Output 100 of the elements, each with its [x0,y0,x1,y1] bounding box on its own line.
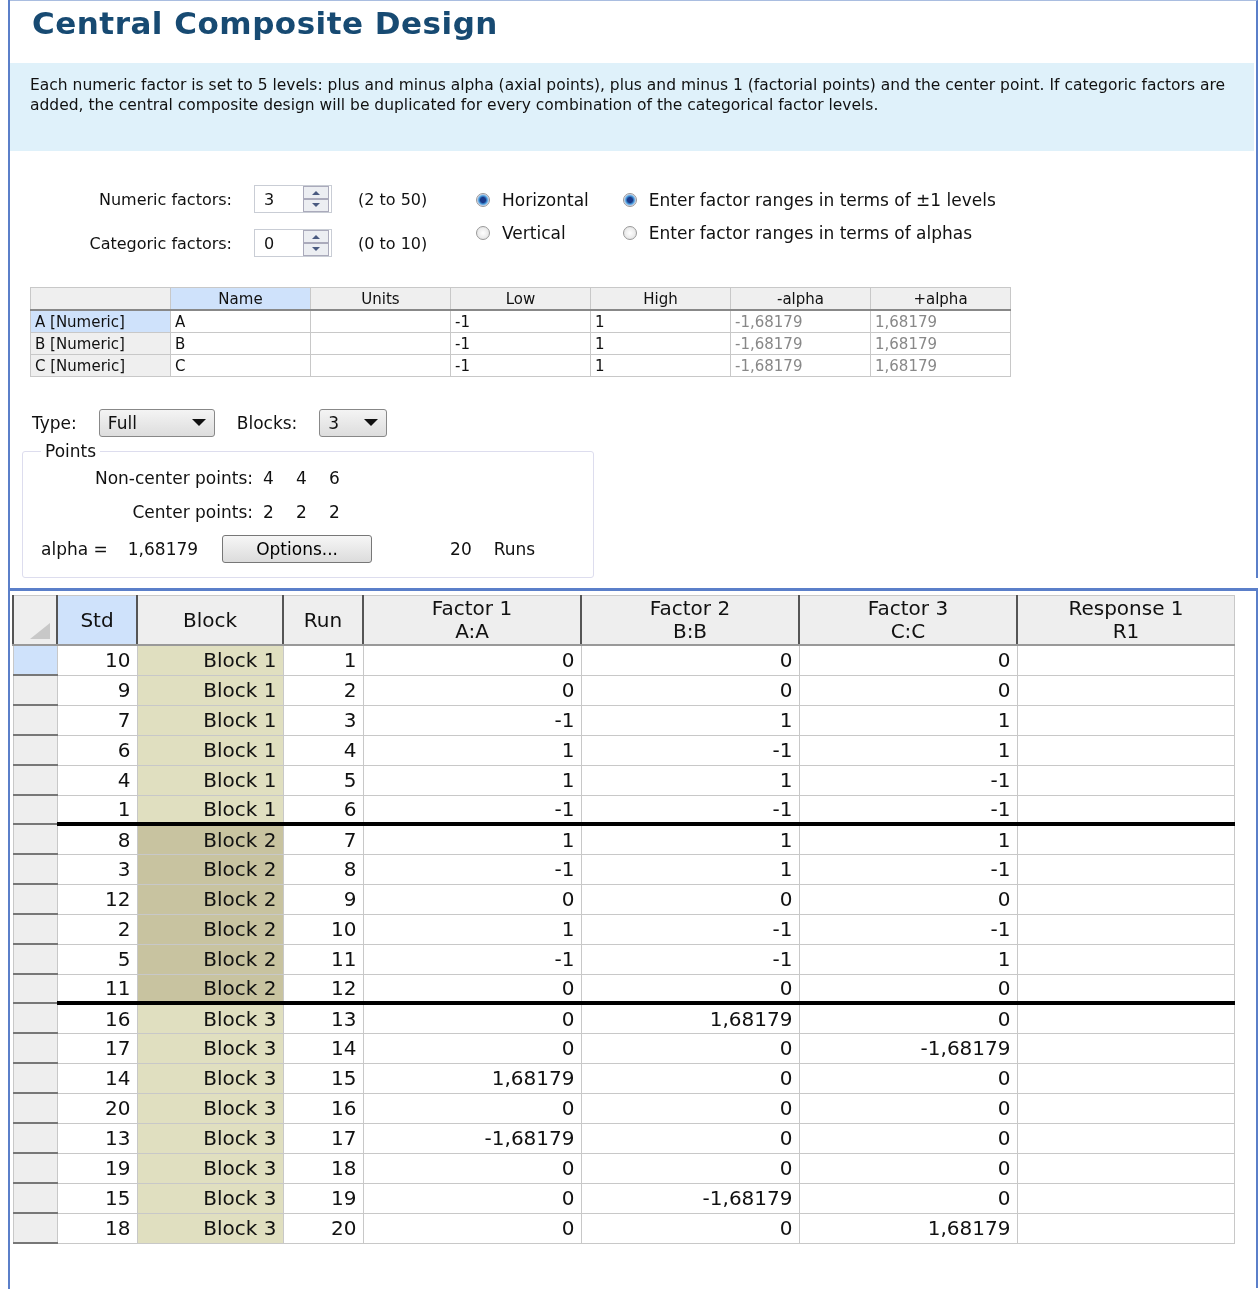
block-cell: Block 1 [137,645,283,675]
row-header[interactable] [13,974,57,1003]
table-cell: 1 [595,334,605,353]
block-cell: Block 1 [137,735,283,765]
column-header[interactable]: Factor 2 B:B [581,595,799,645]
block-cell: Block 1 [137,705,283,735]
row-header[interactable] [13,1093,57,1123]
table-cell: 11 [283,944,363,974]
table-cell: 1 [799,823,1017,854]
block-cell: Block 1 [137,765,283,795]
row-header[interactable] [13,1063,57,1093]
table-cell: 6 [57,735,137,765]
row-header[interactable] [13,1213,57,1243]
row-header[interactable] [13,675,57,705]
table-cell: 0 [363,675,581,705]
radio-option[interactable]: Enter factor ranges in terms of alphas [622,216,996,249]
column-header[interactable]: -alpha [730,287,871,310]
table-cell: 20 [57,1093,137,1123]
table-cell: 0 [799,675,1017,705]
column-header[interactable]: Response 1 R1 [1017,595,1235,645]
table-cell: 3 [283,705,363,735]
column-header[interactable]: Std [57,595,137,645]
row-header[interactable] [13,1033,57,1063]
table-cell: 1,68179 [875,334,938,353]
column-header[interactable]: Name [170,287,311,310]
radio-option[interactable]: Horizontal [476,183,589,216]
column-header[interactable]: Low [450,287,591,310]
row-header[interactable] [13,823,57,854]
column-header[interactable]: Factor 1 A:A [363,595,581,645]
type-dropdown[interactable]: Full [98,409,215,437]
table-cell: 9 [283,884,363,914]
row-header[interactable] [13,705,57,735]
column-header[interactable]: Block [137,595,283,645]
table-cell: 1 [799,944,1017,974]
page-title: Central Composite Design [31,4,499,43]
row-header[interactable] [13,854,57,884]
block-cell: Block 3 [137,1213,283,1243]
table-cell: 9 [57,675,137,705]
table-cell: 18 [57,1213,137,1243]
column-header[interactable]: High [590,287,731,310]
table-cell: 0 [581,974,799,1003]
number-spinner[interactable]: 3 [254,185,332,213]
table-cell: 0 [363,1093,581,1123]
table-cell: 2 [57,914,137,944]
table-cell: 0 [363,1213,581,1243]
table-cell: 0 [799,1153,1017,1183]
table-cell: 0 [581,645,799,675]
table-cell: 6 [283,795,363,824]
table-cell: 0 [581,1093,799,1123]
table-cell: 3 [57,854,137,884]
row-header[interactable] [13,795,57,824]
spin-arrows-icon[interactable] [303,186,329,212]
row-header[interactable] [13,914,57,944]
point-count: 2 [296,502,308,522]
table-cell: 10 [283,914,363,944]
block-cell: Block 2 [137,944,283,974]
table-cell: 13 [57,1123,137,1153]
column-header[interactable]: Run [283,595,363,645]
table-cell: 0 [363,884,581,914]
table-cell: 1 [799,705,1017,735]
column-header[interactable]: Units [310,287,451,310]
table-cell: 20 [283,1213,363,1243]
radio-option[interactable]: Vertical [476,216,589,249]
row-header[interactable] [13,1002,57,1033]
options-button[interactable]: Options... [222,535,373,563]
row-header[interactable] [13,1153,57,1183]
block-cell: Block 3 [137,1033,283,1063]
info-text: Each numeric factor is set to 5 levels: plus and minus alpha (axial points), plus and minus 1 (factorial points) and the center point. If categoric factors are added, the central composite design will be duplicated for every combination of the categorical factor levels. [10,63,1254,151]
table-cell: -1 [363,795,581,824]
table-cell: 1 [363,914,581,944]
spin-arrows-icon[interactable] [303,230,329,256]
row-header[interactable]: B [Numeric] [30,332,171,355]
field-label: Type: [32,413,77,433]
table-cell: 14 [283,1033,363,1063]
row-header[interactable] [13,1123,57,1153]
row-header[interactable] [13,645,57,675]
row-header[interactable] [13,1183,57,1213]
row-header[interactable]: A [Numeric] [30,310,171,333]
table-cell: -1 [799,914,1017,944]
table-cell: 1 [283,645,363,675]
row-header[interactable]: C [Numeric] [30,354,171,377]
column-header[interactable]: +alpha [870,287,1011,310]
table-cell: 0 [581,1123,799,1153]
row-header[interactable] [13,884,57,914]
table-cell: 17 [283,1123,363,1153]
row-header[interactable] [13,765,57,795]
block-cell: Block 3 [137,1123,283,1153]
field-label: alpha = [41,539,108,559]
table-cell: 15 [57,1183,137,1213]
table-cell: 8 [283,854,363,884]
table-cell: 0 [363,1002,581,1033]
number-spinner[interactable]: 0 [254,229,332,257]
row-header[interactable] [13,735,57,765]
blocks-dropdown[interactable]: 3 [319,409,388,437]
radio-option[interactable]: Enter factor ranges in terms of ±1 levels [622,183,996,216]
field-label: Numeric factors: [97,189,232,209]
table-cell: 19 [57,1153,137,1183]
column-header[interactable]: Factor 3 C:C [799,595,1017,645]
group-title: Points [44,441,98,461]
row-header[interactable] [13,944,57,974]
